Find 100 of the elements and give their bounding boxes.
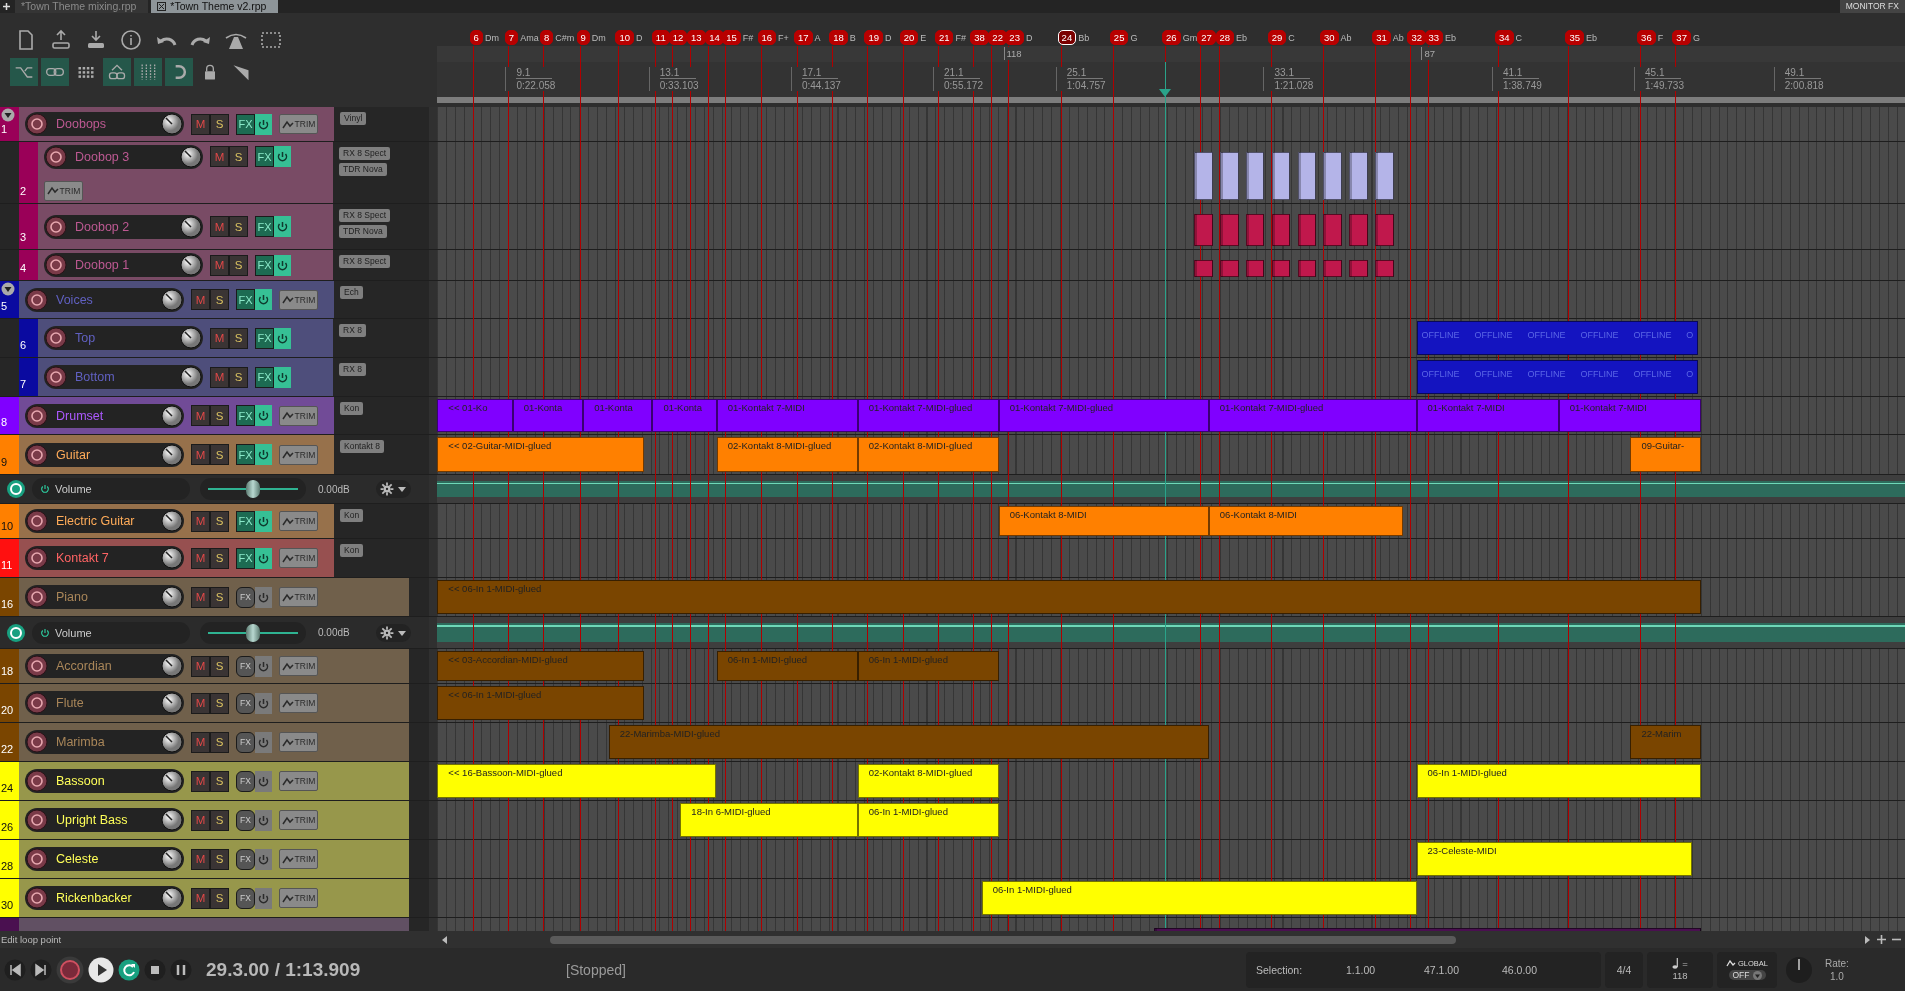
tempo-value[interactable]: 118: [1672, 970, 1688, 981]
monitor-fx-button[interactable]: MONITOR FX: [1839, 0, 1905, 13]
plugin-button[interactable]: TDR Nova: [339, 163, 387, 176]
midi-item[interactable]: 02-Kontakt 8-MIDI-glued: [857, 437, 999, 472]
track-name[interactable]: Upright Bass: [56, 813, 161, 827]
time-signature[interactable]: 4/4: [1605, 951, 1643, 988]
trim-button[interactable]: TRIM: [279, 548, 318, 568]
plugin-button[interactable]: Ech: [340, 286, 363, 299]
plugin-button[interactable]: Kon: [340, 402, 364, 415]
midi-item[interactable]: 01-Kontakt 7-MIDI-glued: [857, 399, 999, 432]
mute-button[interactable]: M: [191, 547, 210, 569]
marker-badge[interactable]: 36: [1637, 30, 1656, 45]
info-icon[interactable]: [119, 28, 143, 52]
marker-badge[interactable]: 37: [1672, 30, 1691, 45]
fx-button[interactable]: FX: [236, 887, 255, 909]
magnet-toggle[interactable]: [165, 58, 193, 86]
midi-item[interactable]: 01-Konta: [652, 399, 717, 432]
audio-item[interactable]: [1194, 152, 1213, 200]
solo-button[interactable]: S: [210, 887, 229, 909]
track-name[interactable]: Rickenbacker: [56, 891, 161, 905]
record-arm-button[interactable]: [26, 510, 48, 532]
fx-power-button[interactable]: [274, 216, 291, 237]
trim-button[interactable]: TRIM: [279, 732, 318, 752]
crossfade-toggle[interactable]: [10, 58, 38, 86]
mute-button[interactable]: M: [191, 405, 210, 426]
scroll-right-button[interactable]: [1863, 935, 1871, 944]
fx-power-button[interactable]: [255, 770, 272, 792]
plugin-button[interactable]: TDR Nova: [339, 225, 387, 238]
audio-item[interactable]: [1245, 260, 1265, 277]
trim-button[interactable]: TRIM: [279, 656, 318, 676]
mute-button[interactable]: M: [191, 809, 210, 831]
solo-button[interactable]: S: [210, 586, 229, 608]
midi-item[interactable]: 01-Kontakt 7-MIDI-glued: [998, 399, 1209, 432]
record-arm-button[interactable]: [26, 692, 48, 714]
track-name[interactable]: Doobop 2: [75, 219, 180, 234]
fx-power-button[interactable]: [255, 510, 272, 532]
node-link-toggle[interactable]: [103, 58, 131, 86]
marker-badge[interactable]: 28: [1215, 30, 1235, 45]
volume-knob[interactable]: [161, 887, 183, 909]
track-name[interactable]: Doobop 3: [75, 149, 180, 164]
volume-knob[interactable]: [180, 327, 202, 349]
track-name[interactable]: Guitar: [56, 447, 161, 462]
mute-button[interactable]: M: [191, 731, 210, 753]
track-name[interactable]: Voices: [56, 292, 161, 307]
fx-power-button[interactable]: [255, 848, 272, 870]
mute-button[interactable]: M: [191, 770, 210, 792]
envelope-arm-button[interactable]: [6, 622, 26, 643]
midi-item[interactable]: << 02-Guitar-MIDI-glued: [437, 437, 644, 472]
marker-badge[interactable]: 29: [1267, 30, 1287, 45]
envelope-arm-button[interactable]: [6, 479, 26, 499]
marker-badge[interactable]: 34: [1494, 30, 1514, 45]
audio-item[interactable]: [1349, 260, 1368, 277]
midi-item[interactable]: 09-Guitar-: [1630, 437, 1701, 472]
envelope-settings-button[interactable]: [376, 480, 411, 498]
scroll-left-button[interactable]: [441, 935, 449, 944]
mute-button[interactable]: M: [191, 510, 210, 532]
mute-button[interactable]: M: [191, 289, 210, 310]
track-name[interactable]: Celeste: [56, 852, 161, 866]
solo-button[interactable]: S: [229, 216, 248, 237]
grid-lines-toggle[interactable]: [134, 58, 162, 86]
tempo-marker[interactable]: 87: [1421, 47, 1437, 60]
fx-power-button[interactable]: [255, 887, 272, 909]
trim-button[interactable]: TRIM: [279, 849, 318, 869]
fx-power-button[interactable]: [255, 113, 272, 135]
fx-power-button[interactable]: [255, 405, 272, 426]
audio-item[interactable]: [1374, 152, 1394, 200]
midi-item[interactable]: 06-Kontakt 8-MIDI: [998, 506, 1209, 536]
track-name[interactable]: Doobops: [56, 117, 161, 131]
fx-button[interactable]: FX: [236, 848, 255, 870]
solo-button[interactable]: S: [229, 327, 248, 349]
volume-slider[interactable]: [200, 621, 306, 644]
fx-power-button[interactable]: [255, 731, 272, 753]
midi-item[interactable]: 01-Kontakt 7-MIDI: [1558, 399, 1701, 432]
record-arm-button[interactable]: [26, 443, 48, 466]
trim-button[interactable]: TRIM: [279, 511, 318, 531]
marker-badge[interactable]: 19: [864, 30, 883, 45]
power-icon[interactable]: [40, 484, 50, 494]
plugin-button[interactable]: Kon: [340, 509, 364, 522]
record-arm-button[interactable]: [26, 113, 48, 135]
volume-slider[interactable]: [200, 478, 306, 500]
record-arm-button[interactable]: [26, 547, 48, 569]
fx-power-button[interactable]: [255, 586, 272, 608]
fx-power-button[interactable]: [255, 444, 272, 465]
solo-button[interactable]: S: [229, 254, 248, 276]
fx-button[interactable]: FX: [236, 770, 255, 792]
solo-button[interactable]: S: [210, 444, 229, 465]
solo-button[interactable]: S: [210, 547, 229, 569]
mute-button[interactable]: M: [191, 655, 210, 677]
solo-button[interactable]: S: [210, 848, 229, 870]
marker-badge[interactable]: 24: [1057, 30, 1077, 45]
record-arm-button[interactable]: [45, 254, 67, 276]
audio-item[interactable]: [1349, 152, 1368, 200]
volume-knob[interactable]: [180, 254, 202, 276]
mute-button[interactable]: M: [210, 216, 229, 237]
midi-item[interactable]: 02-Kontakt 8-MIDI-glued: [716, 437, 858, 472]
marker-badge[interactable]: 38: [970, 30, 989, 45]
upload-icon[interactable]: [49, 28, 73, 52]
solo-button[interactable]: S: [210, 692, 229, 714]
skip-forward-button[interactable]: [30, 958, 52, 981]
add-tab-icon[interactable]: [2, 2, 11, 11]
